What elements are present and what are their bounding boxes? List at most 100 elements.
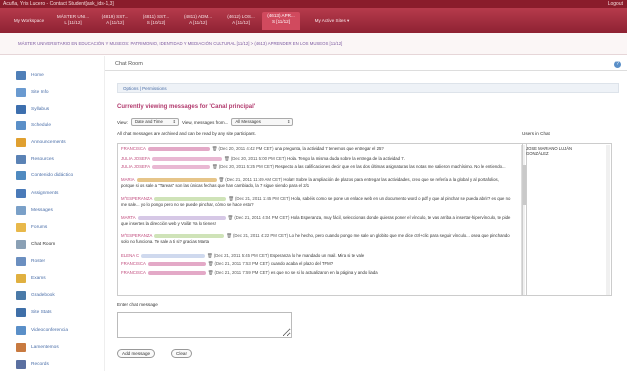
delete-message-icon[interactable]: 🗑	[224, 156, 229, 161]
sites-bar: My Workspace MÁSTER UNI... L [11/12] (481…	[0, 8, 627, 33]
sidebar-item-schedule[interactable]: Schedule	[16, 119, 51, 131]
sidebar-item-label: Syllabus	[31, 106, 50, 112]
site-tab-workspace[interactable]: My Workspace	[8, 17, 50, 33]
sidebar-item-announcements[interactable]: Announcements	[16, 136, 66, 148]
sidebar-item-roster[interactable]: Roster	[16, 255, 45, 267]
author-highlight	[147, 270, 206, 275]
message-timestamp: (Dec 20, 2011 5:25 PM CET)	[218, 164, 274, 169]
delete-message-icon[interactable]: 🗑	[219, 177, 224, 182]
message-timestamp: (Dec 20, 2011 4:42 PM CET)	[218, 146, 274, 151]
tool-header: Chat Room ?	[105, 59, 627, 71]
author-highlight	[137, 215, 226, 220]
assignment-icon	[16, 188, 26, 198]
help-icon[interactable]: ?	[614, 61, 621, 68]
site-tab-4811-adm[interactable]: (4811) ADM... A [11/12]	[178, 13, 218, 29]
message-timestamp: (Dec 21, 2011 5:45 PM CET)	[213, 253, 269, 258]
author-highlight	[152, 156, 223, 161]
calendar-icon	[16, 120, 26, 130]
tool-actions[interactable]: Options | Permissions	[117, 83, 619, 93]
site-tab-4612[interactable]: (4612) LOS... A [11/12]	[222, 13, 260, 29]
sidebar-item-messages[interactable]: Messages	[16, 204, 53, 216]
messages-from-select[interactable]: All Messages ⇕	[231, 118, 294, 126]
chat-message: ELENA C 🗑 (Dec 21, 2011 5:45 PM CET) Espe…	[121, 253, 511, 259]
view-filters: View: Date and Time ⇕ View, messages from…	[117, 118, 294, 126]
chat-message-input[interactable]	[117, 312, 292, 338]
archived-note: All chat messages are archived and can b…	[117, 131, 256, 136]
chat-room-tool: Chat Room ? Options | Permissions Curren…	[105, 56, 627, 371]
delete-message-icon[interactable]: 🗑	[228, 196, 233, 201]
author-highlight	[147, 146, 210, 151]
sidebar-item-label: Site Info	[31, 89, 49, 95]
chat-message: FRANCISCA 🗑 (Dec 20, 2011 4:42 PM CET) un…	[121, 146, 511, 152]
message-text: Esperanza lo he mandado un mail. Mira si…	[270, 253, 365, 258]
author-highlight	[154, 196, 227, 201]
message-timestamp: (Dec 21, 2011 11:49 AM CET)	[225, 177, 283, 182]
delete-message-icon[interactable]: 🗑	[212, 146, 217, 151]
sidebar-item-forums[interactable]: Forums	[16, 221, 47, 233]
delete-message-icon[interactable]: 🗑	[212, 164, 217, 169]
view-order-select[interactable]: Date and Time ⇕	[130, 118, 179, 126]
user-name: Acuña, Yris Lucero - Contact Student[ask…	[3, 1, 114, 7]
sidebar-item-gradebook[interactable]: Gradebook	[16, 289, 55, 301]
message-timestamp: (Dec 21, 2011 4:04 PM CET)	[234, 215, 290, 220]
sidebar-item-home[interactable]: Home	[16, 69, 44, 81]
tool-title: Chat Room	[115, 61, 143, 67]
sidebar-item-contenido-did-ctico[interactable]: Contenido didáctico	[16, 169, 73, 181]
delete-message-icon[interactable]: 🗑	[207, 253, 212, 258]
message-author: FRANCISCA	[121, 261, 146, 266]
message-author: FRANCISCA	[121, 146, 146, 151]
gradebook-icon	[16, 290, 26, 300]
sidebar-item-assignments[interactable]: Assignments	[16, 187, 58, 199]
message-author: ELENA C	[121, 253, 140, 258]
breadcrumb[interactable]: MÁSTER UNIVERSITARIO EN EDUCACIÓN Y MUSE…	[0, 33, 627, 55]
sidebar-item-site-info[interactable]: Site Info	[16, 86, 49, 98]
sidebar-item-chat-room[interactable]: Chat Room	[16, 238, 55, 250]
my-active-sites-dropdown[interactable]: My Active Sites ▾	[306, 17, 358, 33]
message-text: una pregunta, la actividad 7 tenemos que…	[274, 146, 384, 151]
delete-message-icon[interactable]: 🗑	[208, 261, 213, 266]
sidebar-item-lamentemos[interactable]: Lamentemos	[16, 341, 59, 353]
records-icon	[16, 359, 26, 369]
home-icon	[16, 70, 26, 80]
sidebar-item-exams[interactable]: Exams	[16, 272, 46, 284]
roster-icon	[16, 256, 26, 266]
add-message-button[interactable]: Add message	[117, 349, 156, 358]
message-author: FRANCISCA	[121, 270, 146, 275]
folder-icon	[16, 154, 26, 164]
site-tab-4613-active[interactable]: (4613) APR... S [11/12]	[262, 12, 300, 30]
sidebar-item-label: Roster	[31, 258, 46, 264]
sidebar-item-videoconferencia[interactable]: Videoconferencia	[16, 324, 68, 336]
sidebar-item-label: Chat Room	[31, 241, 56, 247]
delete-message-icon[interactable]: 🗑	[228, 215, 233, 220]
site-tab-master[interactable]: MÁSTER UNI... L [11/12]	[52, 13, 94, 29]
tool-menu: Home Site Info Syllabus Schedule Announcemen…	[0, 56, 105, 371]
chat-message: M°ESPERANZA 🗑 (Dec 21, 2011 4:22 PM CET) …	[121, 233, 511, 244]
site-tab-4819[interactable]: (4819) SST... A [11/12]	[96, 13, 134, 29]
sidebar-item-label: Assignments	[31, 190, 59, 196]
message-author: MARIA	[121, 177, 135, 182]
sidebar-item-records[interactable]: Records	[16, 358, 49, 370]
clear-button[interactable]: Clear	[171, 349, 192, 358]
chat-message: M°ESPERANZA 🗑 (Dec 21, 2011 1:45 PM CET) …	[121, 196, 511, 207]
message-timestamp: (Dec 21, 2011 1:45 PM CET)	[235, 196, 291, 201]
chat-message: JULIA JOSEFA 🗑 (Dec 20, 2011 5:25 PM CET)…	[121, 164, 511, 170]
sidebar-item-resources[interactable]: Resources	[16, 153, 54, 165]
chat-message: MARIA 🗑 (Dec 21, 2011 11:49 AM CET) Hola!…	[121, 177, 511, 188]
syllabus-icon	[16, 104, 26, 114]
users-scrollbar[interactable]	[606, 145, 610, 295]
message-text: Respecto a las calificaciones decir que …	[275, 164, 506, 169]
logout-link[interactable]: Logout	[608, 0, 623, 8]
sidebar-item-syllabus[interactable]: Syllabus	[16, 103, 49, 115]
site-tab-4811-sst[interactable]: (4811) SST... S [10/12]	[137, 13, 175, 29]
top-bar: Acuña, Yris Lucero - Contact Student[ask…	[0, 0, 627, 8]
group-icon	[16, 342, 26, 352]
author-highlight	[154, 233, 225, 238]
viewing-heading: Currently viewing messages for 'Canal pr…	[117, 104, 256, 110]
pencil-icon	[16, 273, 26, 283]
author-highlight	[136, 177, 217, 182]
delete-message-icon[interactable]: 🗑	[208, 270, 213, 275]
sidebar-item-site-stats[interactable]: Site Stats	[16, 306, 52, 318]
sidebar-item-label: Exams	[31, 275, 46, 281]
delete-message-icon[interactable]: 🗑	[226, 233, 231, 238]
chat-messages-list[interactable]: FRANCISCA 🗑 (Dec 20, 2011 4:42 PM CET) un…	[117, 143, 527, 296]
